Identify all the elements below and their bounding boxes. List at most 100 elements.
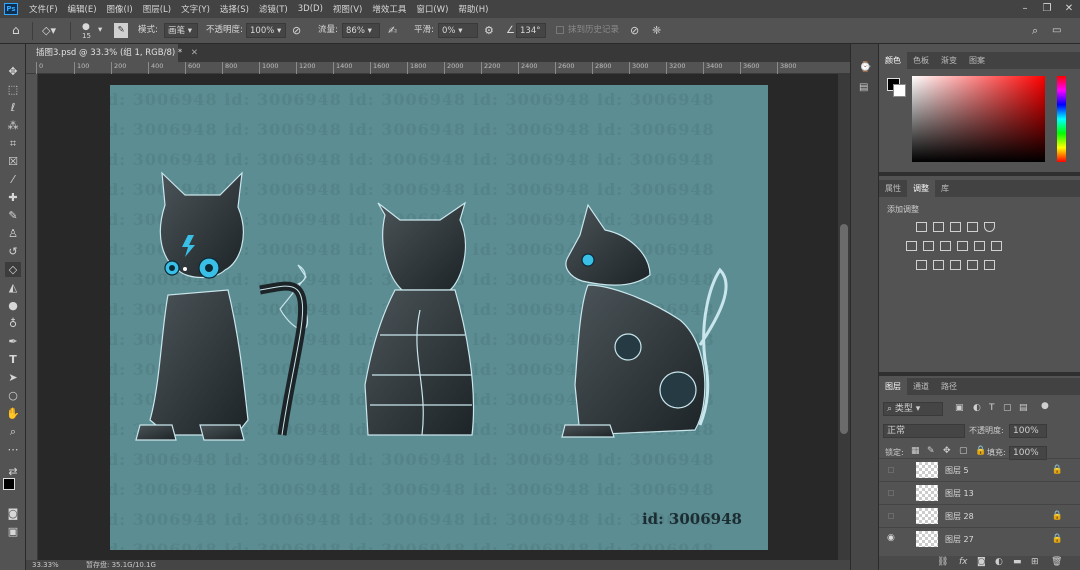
hand-tool-icon[interactable]: ✋ (5, 406, 21, 421)
tab-patterns[interactable]: 图案 (963, 52, 991, 69)
gear-icon[interactable]: ⚙ (484, 23, 494, 38)
eyedropper-icon[interactable]: ⁄ (5, 172, 21, 187)
tab-adjustments[interactable]: 调整 (907, 180, 935, 197)
color-lookup-icon[interactable] (991, 241, 1002, 251)
paint-bucket-icon[interactable]: ◭ (5, 280, 21, 295)
history-checkbox[interactable] (556, 26, 564, 34)
tab-properties[interactable]: 属性 (879, 180, 907, 197)
zoom-tool-icon[interactable]: ⌕ (5, 424, 21, 439)
lock-pixels-icon[interactable]: ✎ (927, 446, 935, 456)
pressure-opacity-icon[interactable]: ⊘ (292, 23, 301, 38)
new-layer-icon[interactable]: ⊞ (1031, 557, 1039, 567)
delete-layer-icon[interactable]: 🗑 (1051, 557, 1062, 567)
scrollbar-thumb[interactable] (840, 224, 848, 434)
dodge-tool-icon[interactable]: ♁ (5, 316, 21, 331)
brightness-icon[interactable] (916, 222, 927, 232)
tab-layers[interactable]: 图层 (879, 378, 907, 395)
layer-row[interactable]: 图层 13 (879, 481, 1080, 504)
quick-mask-icon[interactable]: ◙ (5, 506, 21, 521)
menu-window[interactable]: 窗口(W) (411, 3, 453, 15)
link-layers-icon[interactable]: ⛓ (937, 557, 948, 567)
close-tab-icon[interactable]: ✕ (191, 48, 198, 58)
history-panel-icon[interactable]: ⌚ (859, 62, 871, 73)
exposure-icon[interactable] (967, 222, 978, 232)
menu-plugins[interactable]: 增效工具 (367, 3, 411, 15)
filter-type-icon[interactable]: T (989, 403, 995, 413)
type-tool-icon[interactable]: T (5, 352, 21, 367)
add-mask-icon[interactable]: ◙ (977, 557, 986, 567)
mode-select[interactable]: 画笔 ▾ (164, 23, 198, 38)
search-icon[interactable]: ⌕ (1032, 23, 1038, 38)
workspace-icon[interactable]: ▭ (1052, 23, 1061, 38)
ellipse-tool-icon[interactable]: ○ (5, 388, 21, 403)
filter-pixel-icon[interactable]: ▣ (955, 403, 964, 413)
hue-slider[interactable] (1057, 76, 1066, 162)
vertical-scrollbar[interactable] (838, 74, 850, 560)
scratch-info[interactable]: 暂存盘: 35.1G/10.1G (86, 560, 156, 570)
move-tool-icon[interactable]: ✥ (5, 64, 21, 79)
filter-toggle-icon[interactable]: ● (1041, 401, 1049, 411)
invert-icon[interactable] (916, 260, 927, 270)
visibility-toggle[interactable] (888, 490, 894, 496)
chevron-down-icon[interactable]: ▾ (98, 23, 102, 38)
menu-edit[interactable]: 编辑(E) (63, 3, 102, 15)
screen-mode-icon[interactable]: ▣ (5, 524, 21, 539)
stamp-tool-icon[interactable]: ♙ (5, 226, 21, 241)
menu-select[interactable]: 选择(S) (215, 3, 254, 15)
tab-gradients[interactable]: 渐变 (935, 52, 963, 69)
selective-color-icon[interactable] (967, 260, 978, 270)
path-select-icon[interactable]: ➤ (5, 370, 21, 385)
tab-color[interactable]: 颜色 (879, 52, 907, 69)
tab-paths[interactable]: 路径 (935, 378, 963, 395)
history-brush-icon[interactable]: ↺ (5, 244, 21, 259)
healing-brush-icon[interactable]: ✚ (5, 190, 21, 205)
home-icon[interactable]: ⌂ (12, 23, 20, 38)
threshold-icon[interactable] (950, 260, 961, 270)
layer-name[interactable]: 图层 5 (945, 459, 969, 482)
posterize-icon[interactable] (933, 260, 944, 270)
opacity-input[interactable]: 100% ▾ (246, 23, 286, 38)
visibility-toggle[interactable] (888, 513, 894, 519)
tab-libraries[interactable]: 库 (935, 180, 955, 197)
layer-name[interactable]: 图层 13 (945, 482, 974, 505)
pen-tool-icon[interactable]: ✒ (5, 334, 21, 349)
blend-mode-select[interactable]: 正常 (883, 424, 965, 438)
zoom-level[interactable]: 33.33% (32, 560, 59, 570)
lock-position-icon[interactable]: ✥ (943, 446, 951, 456)
menu-3d[interactable]: 3D(D) (293, 4, 328, 14)
lock-artboard-icon[interactable]: ▢ (959, 446, 968, 456)
document-canvas[interactable]: id: 3006948 id: 3006948 id: 3006948 id: … (110, 85, 768, 550)
pressure-size-icon[interactable]: ⊘ (630, 23, 639, 38)
filter-adjust-icon[interactable]: ◐ (973, 403, 981, 413)
layer-name[interactable]: 图层 28 (945, 505, 974, 528)
magic-wand-icon[interactable]: ⁂ (5, 118, 21, 133)
tab-channels[interactable]: 通道 (907, 378, 935, 395)
menu-file[interactable]: 文件(F) (24, 3, 63, 15)
layer-row[interactable]: 图层 5 🔒 (879, 458, 1080, 481)
filter-shape-icon[interactable]: ▢ (1003, 403, 1012, 413)
document-tab[interactable]: 插图3.psd @ 33.3% (组 1, RGB/8) * ✕ (26, 44, 198, 62)
channel-mixer-icon[interactable] (974, 241, 985, 251)
menu-filter[interactable]: 滤镜(T) (254, 3, 293, 15)
menu-type[interactable]: 文字(Y) (176, 3, 215, 15)
tab-swatches[interactable]: 色板 (907, 52, 935, 69)
layer-name[interactable]: 图层 27 (945, 528, 974, 551)
filter-smart-icon[interactable]: ▤ (1019, 403, 1028, 413)
swap-colors-icon[interactable]: ⇄ (5, 464, 21, 479)
eraser-preset-icon[interactable]: ◇▾ (42, 23, 56, 38)
menu-view[interactable]: 视图(V) (328, 3, 367, 15)
more-tools-icon[interactable]: ⋯ (5, 442, 21, 457)
color-balance-icon[interactable] (923, 241, 934, 251)
airbrush-icon[interactable]: ✍ (388, 23, 397, 38)
layer-row[interactable]: 图层 28 🔒 (879, 504, 1080, 527)
menu-help[interactable]: 帮助(H) (453, 3, 493, 15)
foreground-color-swatch[interactable] (3, 478, 15, 490)
visibility-toggle[interactable] (888, 467, 894, 473)
blur-tool-icon[interactable]: ● (5, 298, 21, 313)
lock-all-icon[interactable]: 🔒 (975, 446, 986, 456)
new-group-icon[interactable]: ▬ (1013, 557, 1022, 567)
gradient-map-icon[interactable] (984, 260, 995, 270)
vibrance-icon[interactable] (984, 222, 995, 232)
levels-icon[interactable] (933, 222, 944, 232)
lasso-tool-icon[interactable]: ℓ (5, 100, 21, 115)
